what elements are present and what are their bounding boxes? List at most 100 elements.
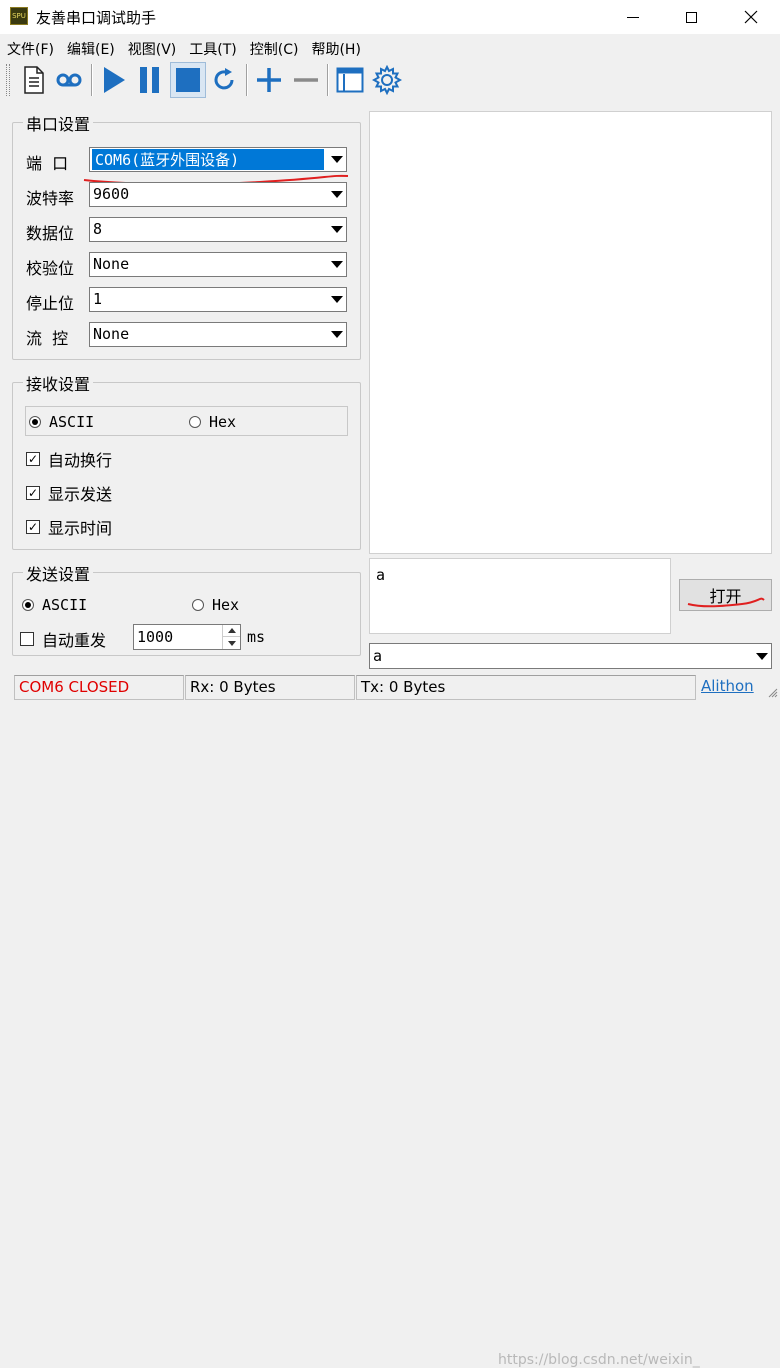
receive-hex-radio[interactable]: Hex	[189, 413, 236, 431]
remove-button[interactable]	[288, 62, 324, 98]
app-icon: SPU	[10, 7, 28, 25]
resend-interval-value: 1000	[137, 628, 174, 646]
flowcontrol-value: None	[93, 325, 130, 343]
auto-resend-label: 自动重发	[42, 631, 107, 650]
rx-count: Rx: 0 Bytes	[185, 675, 355, 700]
port-select[interactable]: COM6(蓝牙外围设备)	[89, 147, 347, 172]
resize-grip-icon[interactable]	[768, 688, 778, 698]
send-text-value: a	[376, 566, 386, 584]
refresh-icon	[214, 68, 234, 90]
baud-label: 波特率	[26, 189, 75, 208]
new-document-button[interactable]	[16, 62, 52, 98]
menu-view[interactable]: 视图(V)	[121, 34, 183, 60]
show-send-checkbox[interactable]: ✓ 显示发送	[26, 481, 112, 505]
receive-ascii-radio[interactable]: ASCII	[29, 413, 94, 431]
send-hex-label: Hex	[212, 596, 240, 614]
add-button[interactable]	[251, 62, 287, 98]
auto-wrap-checkbox[interactable]: ✓ 自动换行	[26, 447, 112, 471]
toolbar-separator	[246, 64, 248, 96]
loop-button[interactable]	[51, 62, 87, 98]
dropdown-arrow-icon[interactable]	[752, 644, 771, 668]
send-hex-radio[interactable]: Hex	[192, 596, 239, 614]
gear-icon	[372, 65, 402, 95]
window-title: 友善串口调试助手	[36, 9, 157, 27]
menu-help[interactable]: 帮助(H)	[304, 34, 366, 60]
baud-select[interactable]: 9600	[89, 182, 347, 207]
minus-icon	[294, 78, 318, 82]
close-button[interactable]	[722, 0, 780, 34]
parity-value: None	[93, 255, 130, 273]
menu-control[interactable]: 控制(C)	[243, 34, 305, 60]
minimize-button[interactable]	[604, 0, 662, 34]
pause-button[interactable]	[132, 62, 168, 98]
checkmark-icon: ✓	[26, 486, 40, 500]
parity-select[interactable]: None	[89, 252, 347, 277]
send-settings-title: 发送设置	[23, 561, 94, 585]
refresh-button[interactable]	[206, 62, 242, 98]
dropdown-arrow-icon[interactable]	[327, 183, 346, 206]
port-status: COM6 CLOSED	[14, 675, 184, 700]
dropdown-arrow-icon[interactable]	[327, 148, 346, 171]
databits-label: 数据位	[26, 224, 75, 243]
resend-interval-spinner[interactable]: 1000	[133, 624, 241, 650]
radio-selected-icon	[22, 599, 34, 611]
window-button[interactable]	[332, 62, 368, 98]
menu-file[interactable]: 文件(F)	[0, 34, 60, 60]
stop-button[interactable]	[170, 62, 206, 98]
status-bar: COM6 CLOSED Rx: 0 Bytes Tx: 0 Bytes http…	[0, 675, 780, 1368]
menu-edit[interactable]: 编辑(E)	[60, 34, 121, 60]
checkbox-empty-icon	[20, 632, 34, 646]
flowcontrol-select[interactable]: None	[89, 322, 347, 347]
send-ascii-radio[interactable]: ASCII	[22, 596, 87, 614]
flowcontrol-label: 流 控	[26, 329, 69, 348]
toolbar	[0, 60, 780, 100]
maximize-button[interactable]	[662, 0, 720, 34]
menu-bar: 文件(F) 编辑(E) 视图(V) 工具(T) 控制(C) 帮助(H)	[0, 34, 780, 60]
receive-settings-title: 接收设置	[23, 371, 94, 395]
dropdown-arrow-icon[interactable]	[327, 323, 346, 346]
app-window: SPU 友善串口调试助手 文件(F) 编辑(E) 视图(V) 工具(T) 控制(…	[0, 0, 780, 1368]
checkmark-icon: ✓	[26, 520, 40, 534]
annotation-scribble	[687, 597, 765, 608]
auto-resend-checkbox[interactable]: 自动重发	[20, 627, 106, 651]
send-text-area[interactable]: a	[369, 558, 671, 634]
settings-button[interactable]	[369, 62, 405, 98]
author-link[interactable]: Alithon	[697, 675, 767, 700]
play-button[interactable]	[96, 62, 132, 98]
stop-icon	[176, 68, 200, 92]
tx-count: Tx: 0 Bytes	[356, 675, 696, 700]
minimize-icon	[627, 16, 639, 18]
parity-label: 校验位	[26, 259, 75, 278]
checkmark-icon: ✓	[26, 452, 40, 466]
menu-tools[interactable]: 工具(T)	[182, 34, 242, 60]
baud-value: 9600	[93, 185, 130, 203]
stopbits-value: 1	[93, 290, 103, 308]
show-time-label: 显示时间	[48, 519, 113, 538]
watermark-text: https://blog.csdn.net/weixin_	[498, 1352, 700, 1368]
serial-settings-title: 串口设置	[23, 111, 94, 135]
dropdown-arrow-icon[interactable]	[327, 288, 346, 311]
loop-icon	[56, 73, 82, 87]
receive-text-area[interactable]	[369, 111, 772, 554]
dropdown-arrow-icon[interactable]	[327, 218, 346, 241]
history-select[interactable]: a	[369, 643, 772, 669]
maximize-icon	[685, 11, 697, 23]
history-value: a	[373, 647, 383, 665]
show-time-checkbox[interactable]: ✓ 显示时间	[26, 515, 112, 539]
radio-unselected-icon	[192, 599, 204, 611]
stopbits-select[interactable]: 1	[89, 287, 347, 312]
radio-unselected-icon	[189, 416, 201, 428]
show-send-label: 显示发送	[48, 485, 113, 504]
databits-select[interactable]: 8	[89, 217, 347, 242]
radio-selected-icon	[29, 416, 41, 428]
plus-icon	[257, 68, 281, 92]
toolbar-grip[interactable]	[6, 64, 10, 96]
window-icon	[336, 67, 364, 93]
databits-value: 8	[93, 220, 103, 238]
spin-up-icon[interactable]	[222, 625, 240, 637]
dropdown-arrow-icon[interactable]	[327, 253, 346, 276]
document-icon	[24, 66, 44, 94]
interval-unit: ms	[247, 628, 266, 646]
receive-ascii-label: ASCII	[49, 413, 95, 431]
spin-down-icon[interactable]	[222, 637, 240, 649]
